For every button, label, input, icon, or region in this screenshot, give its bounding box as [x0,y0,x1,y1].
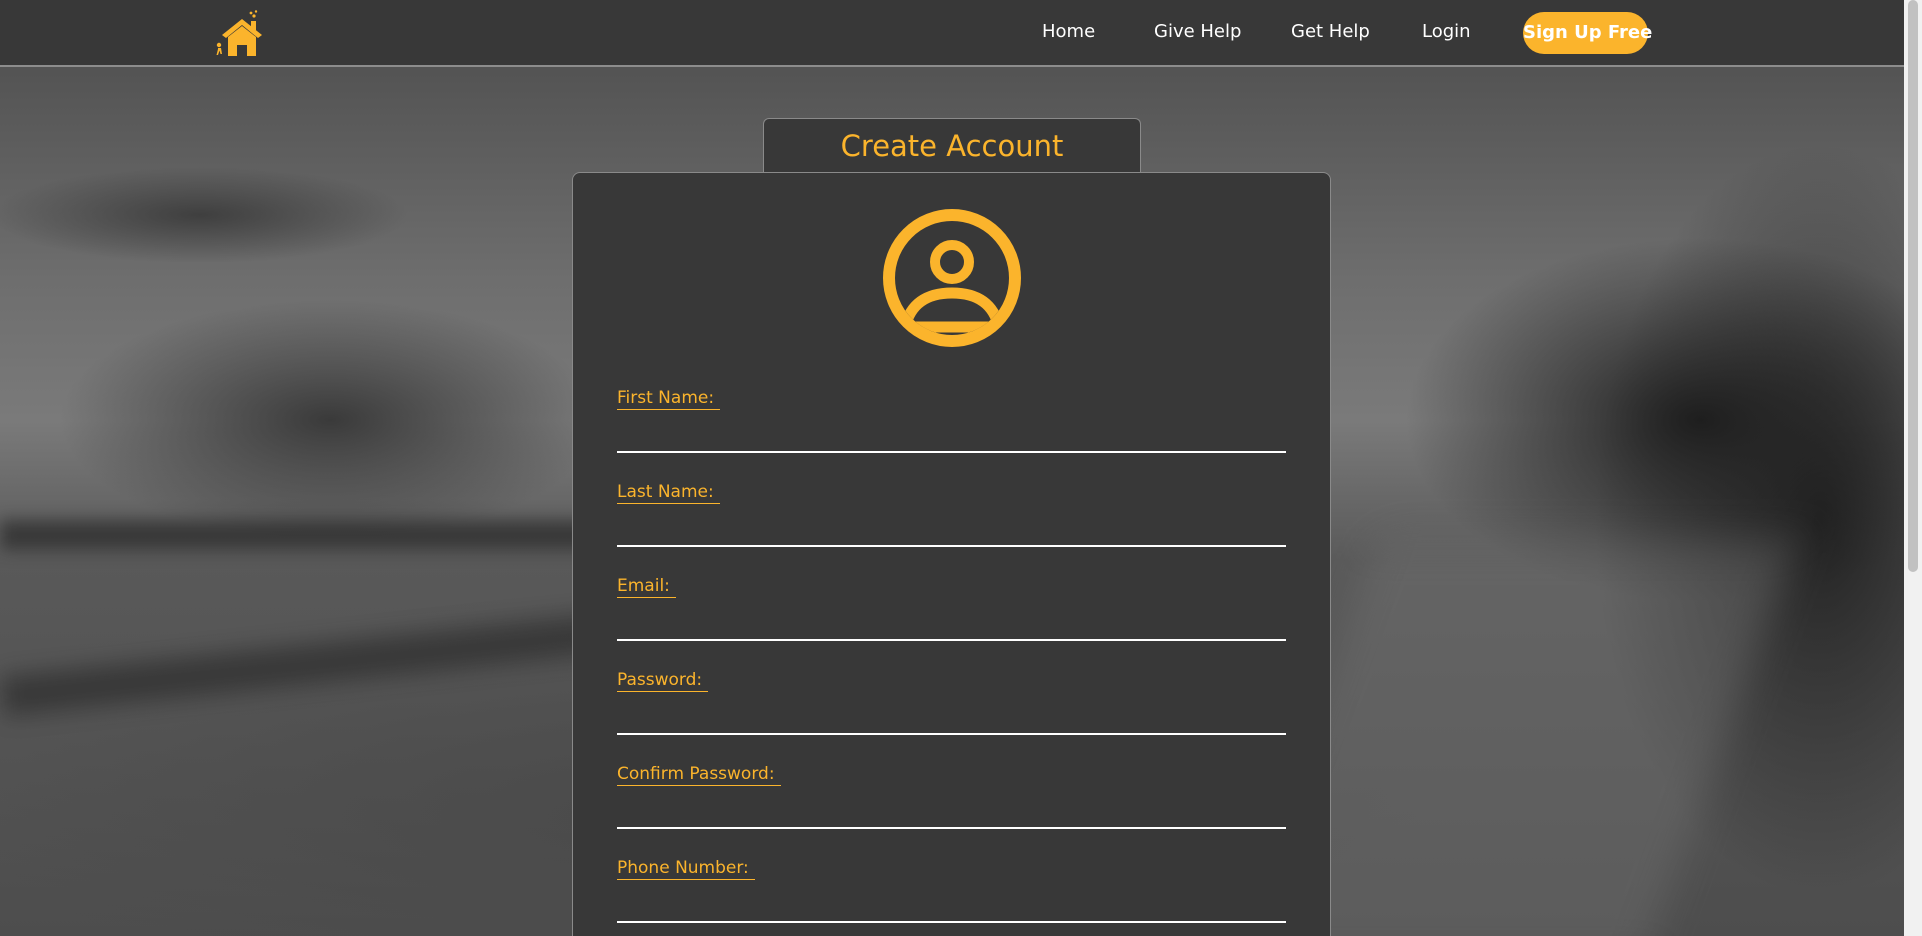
last-name-input[interactable] [617,511,1286,547]
last-name-label: Last Name: [617,481,720,504]
user-circle-icon [883,209,1021,347]
first-name-label: First Name: [617,387,721,410]
confirm-password-label: Confirm Password: [617,763,781,786]
nav-login-link[interactable]: Login [1422,20,1471,44]
sign-up-button[interactable]: Sign Up Free [1523,12,1652,54]
password-input[interactable] [617,699,1286,735]
last-name-field: Last Name: [617,481,1286,547]
nav-give-help-link[interactable]: Give Help [1154,20,1241,44]
password-field: Password: [617,669,1286,735]
navbar: Home Give Help Get Help Login Sign Up Fr… [0,0,1904,67]
password-label: Password: [617,669,709,692]
nav-get-help-link[interactable]: Get Help [1291,20,1370,44]
first-name-field: First Name: [617,387,1286,453]
phone-number-field: Phone Number: [617,857,1286,923]
confirm-password-field: Confirm Password: [617,763,1286,829]
email-label: Email: [617,575,676,598]
phone-number-input[interactable] [617,887,1286,923]
signup-form-card: First Name: Last Name: Email: Password: … [572,172,1331,936]
first-name-input[interactable] [617,417,1286,453]
nav-home-link[interactable]: Home [1042,20,1095,44]
scrollbar-thumb[interactable] [1908,0,1918,572]
email-field: Email: [617,575,1286,641]
confirm-password-input[interactable] [617,793,1286,829]
page-scrollbar[interactable] [1904,0,1922,936]
email-input[interactable] [617,605,1286,641]
create-account-tab: Create Account [763,118,1141,176]
house-logo-icon[interactable] [214,9,266,59]
phone-number-label: Phone Number: [617,857,755,880]
form-title: Create Account [840,129,1064,163]
